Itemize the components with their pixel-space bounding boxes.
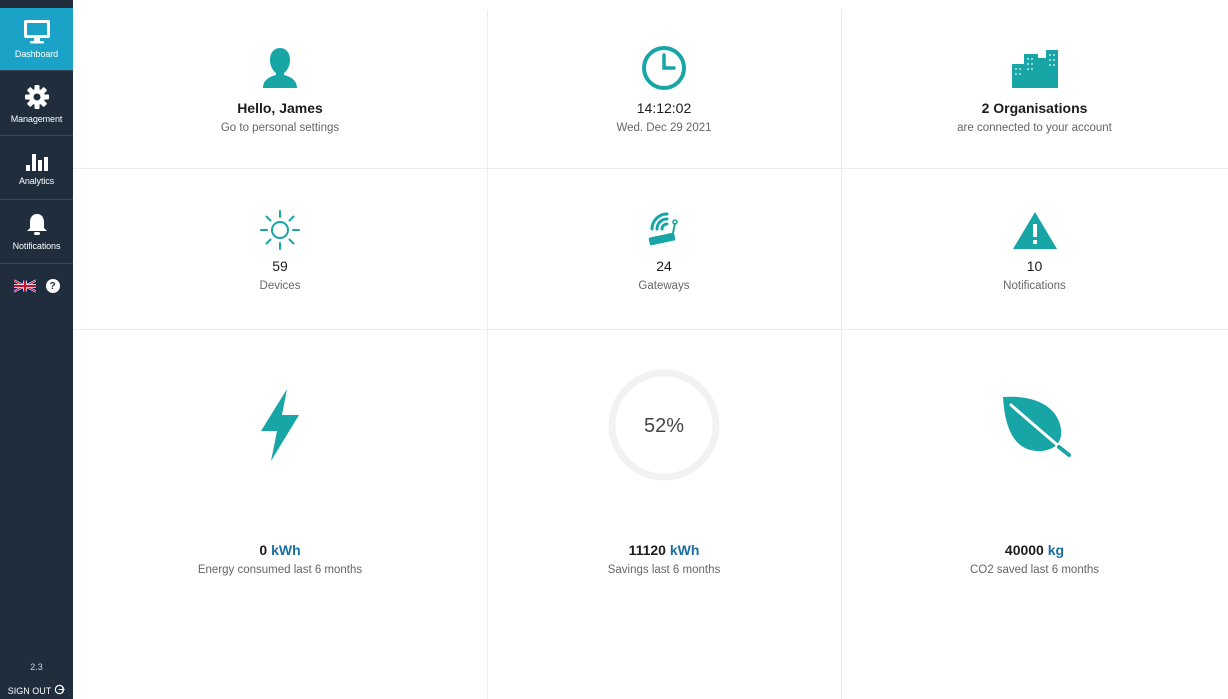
co2-label: CO2 saved last 6 months	[969, 564, 1100, 576]
energy-card: 0 kWh Energy consumed last 6 months	[73, 360, 487, 576]
app-version: 2.3	[30, 662, 43, 672]
co2-unit: kg	[1047, 542, 1065, 558]
buildings-icon	[1010, 42, 1060, 94]
energy-label: Energy consumed last 6 months	[197, 564, 363, 576]
nav-notifications[interactable]: Notifications	[0, 201, 73, 264]
dashboard-grid: Hello, James Go to personal settings 14:…	[73, 10, 1228, 699]
help-icon[interactable]: ?	[45, 279, 60, 293]
organisations-subtitle: are connected to your account	[957, 122, 1112, 134]
sign-out-icon	[54, 684, 66, 697]
notifications-count: 10	[1026, 258, 1043, 274]
savings-value: 11120	[628, 542, 666, 558]
nav-dashboard[interactable]: Dashboard	[0, 8, 73, 71]
co2-value-row: 40000 kg	[1005, 542, 1064, 558]
current-time: 14:12:02	[636, 100, 692, 116]
nav-analytics[interactable]: Analytics	[0, 137, 73, 200]
energy-value-row: 0 kWh	[259, 542, 300, 558]
current-date: Wed. Dec 29 2021	[616, 122, 712, 134]
gateway-icon	[643, 206, 685, 254]
gauge-percent-label: 52%	[644, 415, 684, 437]
nav-management[interactable]: Management	[0, 73, 73, 136]
greeting-text: Hello, James	[237, 100, 323, 116]
sign-out-button[interactable]: SIGN OUT	[0, 682, 73, 699]
gear-icon	[24, 84, 50, 110]
nav-management-label: Management	[10, 114, 63, 124]
notifications-card[interactable]: 10 Notifications	[841, 206, 1228, 292]
co2-value: 40000	[1004, 542, 1044, 558]
sign-out-label: SIGN OUT	[7, 685, 52, 696]
gateways-card[interactable]: 24 Gateways	[487, 206, 841, 292]
nav-dashboard-label: Dashboard	[14, 49, 59, 59]
language-help-row: ?	[0, 266, 73, 306]
devices-card[interactable]: 59 Devices	[73, 206, 487, 292]
savings-card: 52% 11120 kWh Savings last 6 months	[487, 360, 841, 576]
gateways-count: 24	[656, 258, 672, 274]
nav-notifications-label: Notifications	[12, 241, 61, 251]
uk-flag-icon[interactable]	[13, 279, 36, 293]
leaf-icon	[999, 360, 1071, 490]
sidebar: Dashboard Management Analytics Notificat…	[0, 0, 73, 699]
energy-value: 0	[259, 542, 268, 558]
monitor-icon	[22, 19, 52, 45]
devices-count: 59	[272, 258, 288, 274]
divider	[73, 168, 1228, 169]
organisations-count: 2 Organisations	[981, 100, 1088, 116]
user-icon	[260, 42, 300, 94]
savings-gauge: 52%	[606, 360, 722, 490]
personal-settings-link[interactable]: Go to personal settings	[221, 122, 339, 134]
savings-unit: kWh	[669, 542, 700, 558]
co2-card: 40000 kg CO2 saved last 6 months	[841, 360, 1228, 576]
notifications-label: Notifications	[1003, 280, 1066, 292]
warning-icon	[1012, 206, 1058, 254]
devices-label: Devices	[259, 280, 301, 292]
energy-unit: kWh	[271, 542, 301, 558]
savings-value-row: 11120 kWh	[629, 542, 700, 558]
gateways-label: Gateways	[638, 280, 690, 292]
lightning-icon	[257, 360, 303, 490]
divider	[73, 329, 1228, 330]
bar-chart-icon	[25, 150, 49, 172]
clock-icon	[641, 42, 687, 94]
bell-icon	[26, 213, 48, 237]
sun-icon	[259, 206, 301, 254]
nav-analytics-label: Analytics	[18, 176, 55, 186]
savings-label: Savings last 6 months	[607, 564, 721, 576]
clock-card: 14:12:02 Wed. Dec 29 2021	[487, 42, 841, 134]
user-card[interactable]: Hello, James Go to personal settings	[73, 42, 487, 134]
organisations-card[interactable]: 2 Organisations are connected to your ac…	[841, 42, 1228, 134]
